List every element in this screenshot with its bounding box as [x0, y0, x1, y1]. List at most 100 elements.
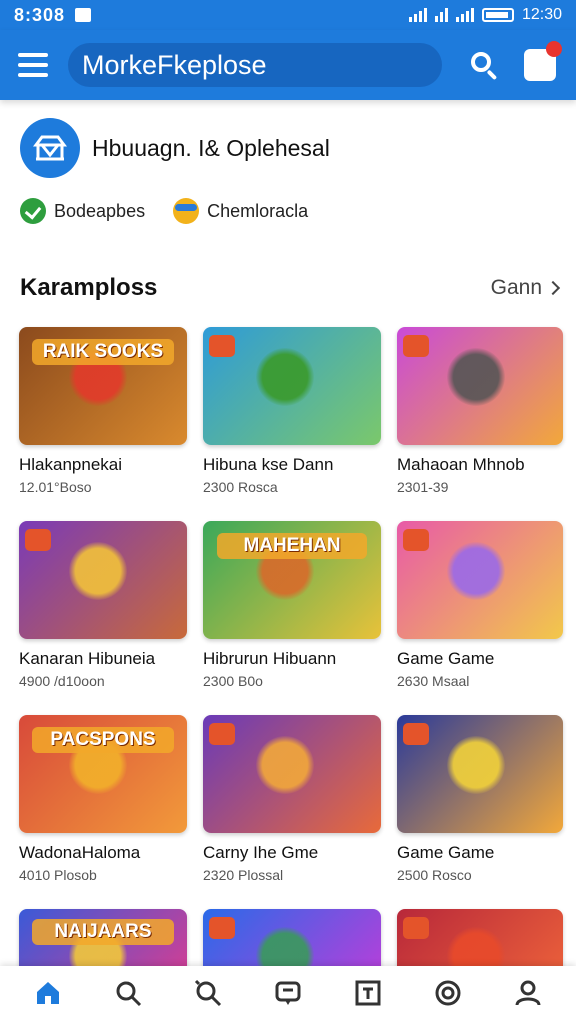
game-title: Kanaran Hibuneia	[19, 649, 156, 668]
store-logo-icon	[20, 118, 80, 178]
game-meta: 2300 Rosca	[203, 479, 278, 495]
game-title: Mahaoan Mhnob	[397, 455, 525, 474]
person-icon	[513, 978, 543, 1013]
status-left: 8:308	[14, 4, 92, 26]
nav-item-library[interactable]	[350, 977, 386, 1013]
game-badge-icon	[403, 917, 429, 939]
game-banner-text: RAIK SOOKS	[32, 338, 174, 365]
spiral-icon	[433, 978, 463, 1013]
game-thumbnail[interactable]: PACSPONS	[19, 715, 187, 833]
game-banner-text: NAIJAARS	[32, 919, 174, 945]
game-card[interactable]: Kanaran Hibuneia 4900 /d10oon	[19, 521, 187, 715]
game-meta: 4010 Plosob	[19, 867, 97, 883]
nav-item-discover[interactable]	[190, 977, 226, 1013]
game-badge-icon	[209, 723, 235, 745]
bottom-nav	[0, 966, 576, 1024]
game-thumbnail[interactable]	[203, 715, 381, 833]
game-badge-icon	[209, 917, 235, 939]
search-text: MorkeFkeplose	[82, 49, 267, 80]
status-bar: 8:308 12:30	[0, 0, 576, 30]
nav-item-search[interactable]	[110, 977, 146, 1013]
notification-icon	[75, 8, 92, 22]
game-character-image	[446, 348, 505, 407]
notification-dot	[546, 41, 562, 57]
game-badge-icon	[403, 723, 429, 745]
chevron-right-icon	[545, 280, 561, 296]
game-character-image	[69, 542, 128, 601]
status-right: 12:30	[408, 6, 562, 24]
tag-item[interactable]: Bodeapbes	[20, 198, 145, 224]
magnify-icon	[193, 978, 223, 1013]
game-card[interactable]: Hibuna kse Dann 2300 Rosca	[203, 327, 381, 521]
see-all-link[interactable]: Gann	[490, 276, 561, 300]
tag-label: Bodeapbes	[54, 200, 146, 221]
game-banner-text: MAHEHAN	[217, 532, 367, 559]
nav-item-activity[interactable]	[430, 977, 466, 1013]
wifi-icon	[434, 8, 448, 22]
game-card[interactable]: RAIK SOOKS Hlakanpnekai 12.01°Boso	[19, 327, 187, 521]
game-banner-text: PACSPONS	[32, 726, 174, 753]
search-icon[interactable]	[468, 49, 500, 81]
game-meta: 2301-39	[397, 479, 449, 495]
search-input[interactable]: MorkeFkeplose	[68, 43, 442, 87]
game-card[interactable]: Mahaoan Mhnob 2301-39	[397, 327, 563, 521]
library-icon	[353, 978, 383, 1013]
game-badge-icon	[403, 529, 429, 551]
search-icon	[113, 978, 143, 1013]
game-character-image	[256, 348, 315, 407]
section-title: Karamploss	[20, 274, 158, 301]
home-icon	[33, 978, 63, 1013]
game-thumbnail[interactable]	[397, 327, 563, 445]
game-thumbnail[interactable]	[397, 521, 563, 639]
notifications-icon[interactable]	[524, 41, 562, 81]
game-title: Hlakanpnekai	[19, 455, 123, 474]
game-card[interactable]: PACSPONS WadonaHaloma 4010 Plosob	[19, 715, 187, 909]
nav-item-messages[interactable]	[270, 977, 306, 1013]
game-meta: 2500 Rosco	[397, 867, 472, 883]
game-title: Hibuna kse Dann	[203, 455, 334, 474]
game-title: Game Game	[397, 649, 495, 668]
game-grid: RAIK SOOKS Hlakanpnekai 12.01°Boso Hibuna k…	[19, 327, 565, 1009]
status-time: 8:308	[14, 4, 66, 25]
game-title: Hibrurun Hibuann	[203, 649, 337, 668]
game-meta: 4900 /d10oon	[19, 673, 105, 689]
game-card[interactable]: Game Game 2500 Rosco	[397, 715, 563, 909]
signal-icon-2	[455, 8, 474, 22]
game-card[interactable]: Game Game 2630 Msaal	[397, 521, 563, 715]
chat-icon	[273, 978, 303, 1013]
game-badge-icon	[209, 335, 235, 357]
battery-icon	[481, 8, 514, 22]
game-card[interactable]: Carny Ihe Gme 2320 Plossal	[203, 715, 381, 909]
game-thumbnail[interactable]	[397, 715, 563, 833]
game-badge-icon	[25, 529, 51, 551]
game-meta: 2630 Msaal	[397, 673, 470, 689]
check-badge-icon	[20, 198, 46, 224]
game-title: Carny Ihe Gme	[203, 843, 319, 862]
tag-label: Chemloracla	[207, 200, 309, 221]
tag-item[interactable]: Chemloracla	[173, 198, 308, 224]
game-meta: 12.01°Boso	[19, 479, 92, 495]
game-thumbnail[interactable]	[203, 327, 381, 445]
game-thumbnail[interactable]: MAHEHAN	[203, 521, 381, 639]
signal-icon	[408, 8, 427, 22]
tag-list: Bodeapbes Chemloracla	[20, 198, 308, 224]
nav-item-profile[interactable]	[510, 977, 546, 1013]
bowl-icon	[173, 198, 200, 224]
status-clock: 12:30	[521, 6, 562, 23]
game-character-image	[446, 736, 505, 795]
app-bar: MorkeFkeplose	[0, 30, 576, 100]
game-meta: 2300 B0o	[203, 673, 263, 689]
nav-item-home[interactable]	[30, 977, 66, 1013]
game-thumbnail[interactable]: RAIK SOOKS	[19, 327, 187, 445]
game-badge-icon	[403, 335, 429, 357]
menu-icon[interactable]	[18, 53, 48, 77]
see-all-label: Gann	[490, 276, 542, 299]
profile-name: Hbuuagn. I& Oplehesal	[92, 134, 330, 161]
game-meta: 2320 Plossal	[203, 867, 284, 883]
game-title: WadonaHaloma	[19, 843, 141, 862]
game-character-image	[446, 542, 505, 601]
profile-header: Hbuuagn. I& Oplehesal	[20, 118, 330, 178]
game-card[interactable]: MAHEHAN Hibrurun Hibuann 2300 B0o	[203, 521, 381, 715]
game-title: Game Game	[397, 843, 495, 862]
game-thumbnail[interactable]	[19, 521, 187, 639]
